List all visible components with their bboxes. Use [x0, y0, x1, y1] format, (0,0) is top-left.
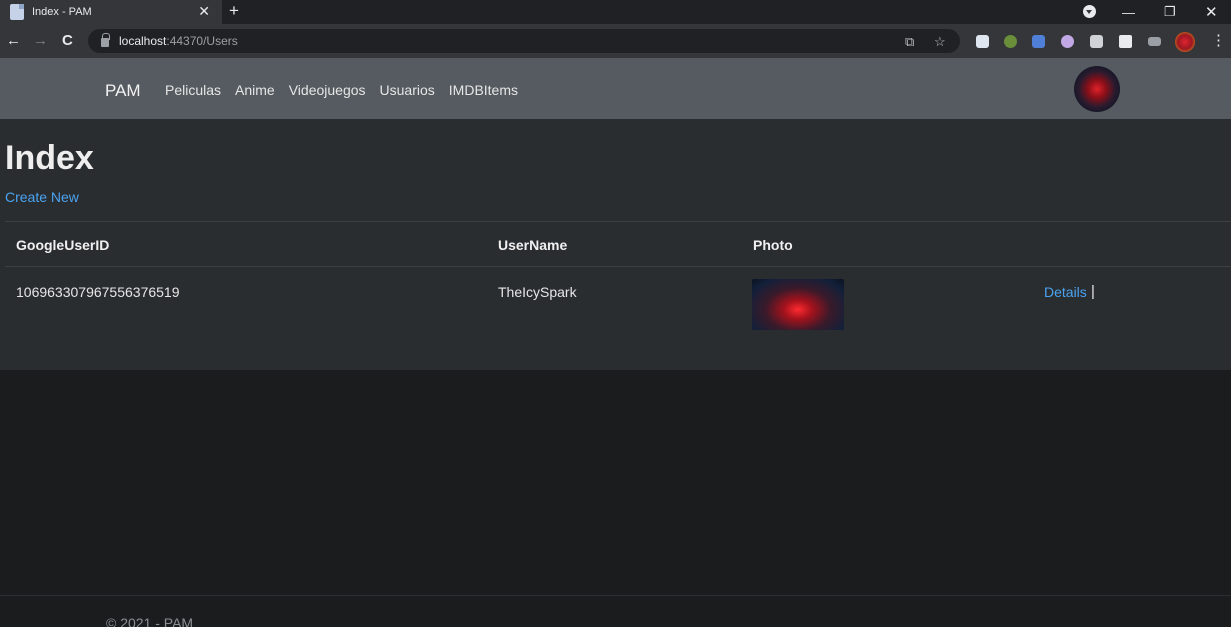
nav-links: Peliculas Anime Videojuegos Usuarios IMD…	[165, 82, 532, 98]
brand-link[interactable]: PAM	[105, 81, 141, 101]
back-icon[interactable]: ←	[6, 32, 21, 49]
footer-text: © 2021 - PAM	[106, 615, 194, 627]
nav-link-anime[interactable]: Anime	[235, 82, 275, 98]
new-tab-icon[interactable]: +	[229, 1, 239, 21]
nav-link-imdbitems[interactable]: IMDBItems	[449, 82, 518, 98]
extension-icon[interactable]	[1061, 35, 1074, 48]
nav-link-usuarios[interactable]: Usuarios	[380, 82, 435, 98]
column-header-username: UserName	[498, 237, 568, 253]
lock-icon[interactable]	[101, 33, 110, 47]
user-photo	[752, 279, 844, 330]
camera-icon[interactable]	[1090, 35, 1103, 48]
nav-link-videojuegos[interactable]: Videojuegos	[289, 82, 366, 98]
translate-icon[interactable]: ⧉	[905, 34, 914, 50]
puzzle-icon[interactable]	[1119, 35, 1132, 48]
extension-icon[interactable]	[1004, 35, 1017, 48]
menu-icon[interactable]: ⋮	[1211, 31, 1226, 49]
reload-icon[interactable]: C	[62, 32, 73, 49]
browser-tab-strip: Index - PAM ✕ + — ❐ ✕	[0, 0, 1231, 24]
main-content: Index Create New GoogleUserID UserName P…	[0, 119, 1231, 370]
url-text[interactable]: localhost:44370/Users	[119, 34, 238, 48]
footer-divider	[0, 595, 1231, 596]
nav-link-peliculas[interactable]: Peliculas	[165, 82, 221, 98]
link-separator: |	[1091, 283, 1095, 300]
profile-avatar-icon[interactable]	[1175, 32, 1195, 52]
close-window-icon[interactable]: ✕	[1205, 0, 1218, 24]
media-icon[interactable]	[1148, 37, 1161, 46]
user-avatar[interactable]	[1074, 66, 1120, 112]
extension-icon[interactable]	[976, 35, 989, 48]
table-divider	[5, 221, 1231, 222]
bookmark-star-icon[interactable]: ☆	[934, 34, 946, 50]
cell-googleuserid: 106963307967556376519	[16, 284, 180, 300]
table-divider	[5, 266, 1231, 267]
forward-icon[interactable]: →	[33, 32, 48, 49]
details-link[interactable]: Details	[1044, 284, 1087, 300]
address-bar[interactable]: localhost:44370/Users ⧉ ☆	[88, 29, 960, 53]
page-icon	[10, 4, 24, 20]
browser-tab[interactable]: Index - PAM ✕	[0, 0, 222, 24]
tab-title: Index - PAM	[32, 6, 92, 18]
minimize-icon[interactable]: —	[1122, 0, 1135, 24]
browser-toolbar: ← → C localhost:44370/Users ⧉ ☆ ⋮	[0, 24, 1231, 58]
extension-icon[interactable]	[1032, 35, 1045, 48]
restore-icon[interactable]: ❐	[1164, 0, 1176, 24]
create-new-link[interactable]: Create New	[5, 189, 79, 205]
page-title: Index	[5, 139, 94, 177]
cell-username: TheIcySpark	[498, 284, 577, 300]
close-tab-icon[interactable]: ✕	[198, 3, 210, 20]
column-header-photo: Photo	[753, 237, 793, 253]
site-navbar: PAM Peliculas Anime Videojuegos Usuarios…	[0, 58, 1231, 119]
column-header-googleuserid: GoogleUserID	[16, 237, 110, 253]
tab-search-icon[interactable]	[1083, 5, 1096, 18]
